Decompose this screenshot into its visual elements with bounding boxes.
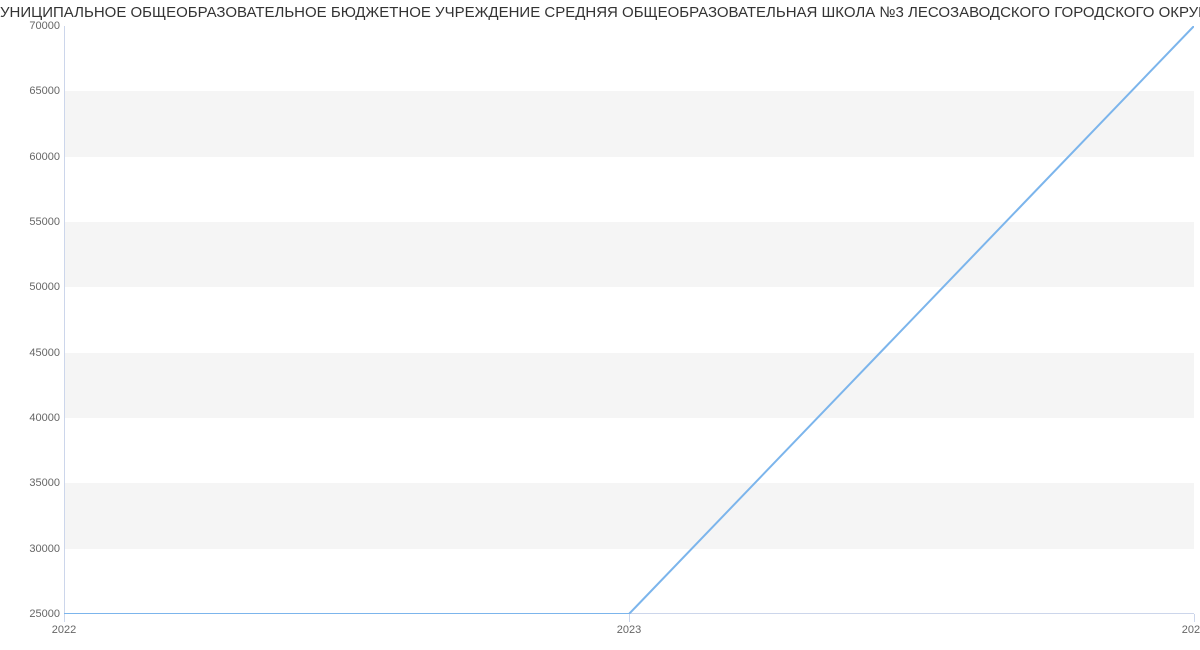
x-tick-label: 2022 <box>52 624 76 636</box>
x-tick <box>629 614 630 622</box>
y-tick-label: 55000 <box>29 216 60 228</box>
chart-container: УНИЦИПАЛЬНОЕ ОБЩЕОБРАЗОВАТЕЛЬНОЕ БЮДЖЕТН… <box>0 0 1200 650</box>
plot-area <box>64 26 1194 614</box>
y-tick-label: 30000 <box>29 543 60 555</box>
grid-band <box>64 483 1194 548</box>
y-tick-label: 35000 <box>29 477 60 489</box>
y-tick-label: 70000 <box>29 20 60 32</box>
grid-band <box>64 91 1194 156</box>
x-tick-label: 2024 <box>1182 624 1200 636</box>
x-tick <box>64 614 65 622</box>
y-tick-label: 25000 <box>29 608 60 620</box>
x-tick <box>1194 614 1195 622</box>
grid-band <box>64 353 1194 418</box>
x-tick-label: 2023 <box>617 624 641 636</box>
grid-band <box>64 222 1194 287</box>
chart-title: УНИЦИПАЛЬНОЕ ОБЩЕОБРАЗОВАТЕЛЬНОЕ БЮДЖЕТН… <box>0 0 1200 25</box>
y-tick-label: 45000 <box>29 347 60 359</box>
y-tick-label: 40000 <box>29 412 60 424</box>
y-tick-label: 50000 <box>29 281 60 293</box>
y-tick-label: 65000 <box>29 85 60 97</box>
y-axis-line <box>64 26 65 614</box>
y-tick-label: 60000 <box>29 151 60 163</box>
